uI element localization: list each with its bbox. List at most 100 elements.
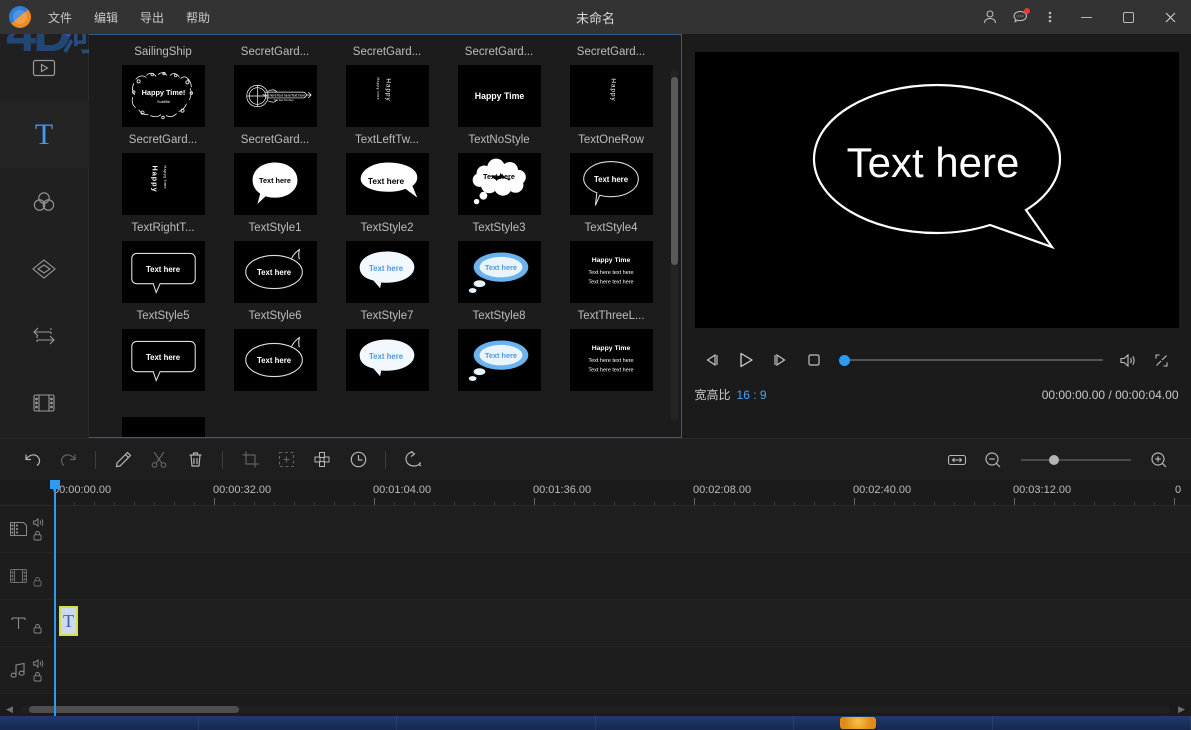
fit-timeline-button[interactable] bbox=[939, 444, 975, 476]
template-thumbnail[interactable]: Happy bbox=[570, 65, 653, 127]
progress-handle[interactable] bbox=[839, 355, 850, 366]
template-thumbnail[interactable]: Text here bbox=[234, 153, 317, 215]
crop-button[interactable] bbox=[232, 444, 268, 476]
next-frame-button[interactable] bbox=[763, 346, 797, 374]
template-thumbnail[interactable]: Text here bbox=[346, 153, 429, 215]
track-video-1[interactable] bbox=[0, 506, 1191, 553]
template-item[interactable]: TextStyle7 Text here bbox=[331, 303, 443, 391]
lock-icon[interactable] bbox=[32, 576, 43, 587]
template-item[interactable]: SecretGard... Happy Happy time bbox=[107, 127, 219, 215]
template-item[interactable]: SecretGard... Happy Time bbox=[443, 39, 555, 127]
template-thumbnail[interactable]: Text here bbox=[122, 241, 205, 303]
template-item[interactable]: TextStyle5 Text here bbox=[107, 303, 219, 391]
template-item[interactable]: TextStyle1 Text here bbox=[219, 215, 331, 303]
track-lane[interactable] bbox=[55, 647, 1191, 693]
close-button[interactable] bbox=[1149, 0, 1191, 34]
speed-button[interactable] bbox=[340, 444, 376, 476]
sidebar-item-overlay[interactable] bbox=[0, 235, 89, 302]
template-item[interactable]: SailingShip bbox=[107, 39, 219, 127]
lock-icon[interactable] bbox=[32, 623, 43, 634]
template-item[interactable]: TextStyle2 Text here bbox=[331, 215, 443, 303]
scrollbar-track[interactable] bbox=[21, 706, 1170, 713]
speaker-icon[interactable] bbox=[32, 517, 45, 528]
sidebar-item-media[interactable] bbox=[0, 34, 89, 101]
library-scrollbar[interactable] bbox=[671, 69, 678, 421]
template-item[interactable]: TextLeftTw... Text here bbox=[331, 127, 443, 215]
transform-button[interactable] bbox=[268, 444, 304, 476]
feedback-button[interactable] bbox=[1005, 0, 1035, 34]
template-thumbnail[interactable]: Text here bbox=[458, 241, 541, 303]
undo-button[interactable] bbox=[14, 444, 50, 476]
template-thumbnail[interactable]: Text here bbox=[570, 153, 653, 215]
zoom-in-button[interactable] bbox=[1141, 444, 1177, 476]
template-thumbnail[interactable]: Happy Time Text here text here Text here… bbox=[570, 329, 653, 391]
sidebar-item-elements[interactable] bbox=[0, 369, 89, 436]
lock-icon[interactable] bbox=[32, 530, 43, 541]
track-text[interactable]: T bbox=[0, 600, 1191, 647]
template-item[interactable]: SecretGard... bbox=[219, 39, 331, 127]
fullscreen-button[interactable] bbox=[1145, 346, 1179, 374]
mosaic-button[interactable] bbox=[304, 444, 340, 476]
menu-edit[interactable]: 编辑 bbox=[92, 6, 120, 29]
template-thumbnail[interactable]: Happy Time Text here text here Text here… bbox=[570, 241, 653, 303]
zoom-slider-handle[interactable] bbox=[1049, 455, 1059, 465]
template-thumbnail[interactable]: Text here bbox=[234, 329, 317, 391]
timeline-horizontal-scrollbar[interactable]: ◀ ▶ bbox=[0, 702, 1191, 716]
lock-icon[interactable] bbox=[32, 671, 43, 682]
scrollbar-thumb[interactable] bbox=[29, 706, 239, 713]
template-item[interactable]: SecretGard... Happy bbox=[555, 39, 667, 127]
template-thumbnail[interactable]: Text here bbox=[234, 241, 317, 303]
track-header[interactable] bbox=[0, 506, 55, 552]
template-thumbnail[interactable]: Text here bbox=[346, 329, 429, 391]
playback-progress-slider[interactable] bbox=[839, 346, 1103, 374]
track-lane[interactable]: T bbox=[55, 600, 1191, 646]
more-options-button[interactable] bbox=[1035, 0, 1065, 34]
track-audio[interactable] bbox=[0, 647, 1191, 694]
template-item[interactable]: TextStyle6 Text here bbox=[219, 303, 331, 391]
template-item[interactable]: TextStyle3 Text here bbox=[443, 215, 555, 303]
scroll-left-arrow[interactable]: ◀ bbox=[6, 704, 13, 715]
template-item[interactable]: TextRightT... Text here bbox=[107, 215, 219, 303]
menu-export[interactable]: 导出 bbox=[138, 6, 166, 29]
sidebar-item-text[interactable]: T bbox=[0, 101, 89, 168]
scroll-right-arrow[interactable]: ▶ bbox=[1178, 704, 1185, 715]
menu-help[interactable]: 帮助 bbox=[184, 6, 212, 29]
zoom-out-button[interactable] bbox=[975, 444, 1011, 476]
track-lane[interactable] bbox=[55, 553, 1191, 599]
stop-button[interactable] bbox=[797, 346, 831, 374]
template-thumbnail[interactable]: Text here bbox=[122, 329, 205, 391]
track-video-2[interactable] bbox=[0, 553, 1191, 600]
template-item[interactable]: TextStyle4 Happy Time Text here text her… bbox=[555, 215, 667, 303]
template-thumbnail[interactable]: Text hereText hereText here Text here Te… bbox=[234, 65, 317, 127]
delete-button[interactable] bbox=[177, 444, 213, 476]
track-header[interactable] bbox=[0, 553, 55, 599]
template-item[interactable]: TextThreeL... Happy Time Text here text … bbox=[555, 303, 667, 391]
sidebar-item-transition[interactable] bbox=[0, 302, 89, 369]
template-thumbnail[interactable]: Text here bbox=[458, 153, 541, 215]
template-thumbnail[interactable] bbox=[122, 417, 205, 437]
library-scrollbar-thumb[interactable] bbox=[671, 77, 678, 265]
cut-button[interactable] bbox=[141, 444, 177, 476]
template-item[interactable]: SecretGard... Text here bbox=[219, 127, 331, 215]
preview-canvas[interactable]: Text here bbox=[695, 52, 1179, 328]
menu-file[interactable]: 文件 bbox=[46, 6, 74, 29]
prev-frame-button[interactable] bbox=[695, 346, 729, 374]
template-thumbnail[interactable]: Text here bbox=[458, 329, 541, 391]
template-thumbnail[interactable]: Text here bbox=[346, 241, 429, 303]
track-lane[interactable] bbox=[55, 506, 1191, 552]
template-thumbnail[interactable]: Happy Time bbox=[458, 65, 541, 127]
template-item[interactable] bbox=[107, 391, 219, 437]
template-thumbnail[interactable]: Happy Happy time bbox=[122, 153, 205, 215]
template-item[interactable]: TextOneRow Text here bbox=[555, 127, 667, 215]
speaker-icon[interactable] bbox=[32, 658, 45, 669]
template-thumbnail[interactable]: Happy Time! Subtitle bbox=[122, 65, 205, 127]
template-item[interactable]: TextNoStyle Text here bbox=[443, 127, 555, 215]
share-button[interactable] bbox=[395, 444, 431, 476]
template-item[interactable]: TextStyle8 Text here bbox=[443, 303, 555, 391]
template-item[interactable]: SecretGard... Happy time Happy bbox=[331, 39, 443, 127]
edit-button[interactable] bbox=[105, 444, 141, 476]
account-button[interactable] bbox=[975, 0, 1005, 34]
track-header[interactable] bbox=[0, 600, 55, 646]
text-clip[interactable]: T bbox=[59, 606, 78, 636]
timeline-ruler[interactable]: 00:00:00.00 00:00:32.00 00:01:04.00 00:0… bbox=[0, 480, 1191, 506]
